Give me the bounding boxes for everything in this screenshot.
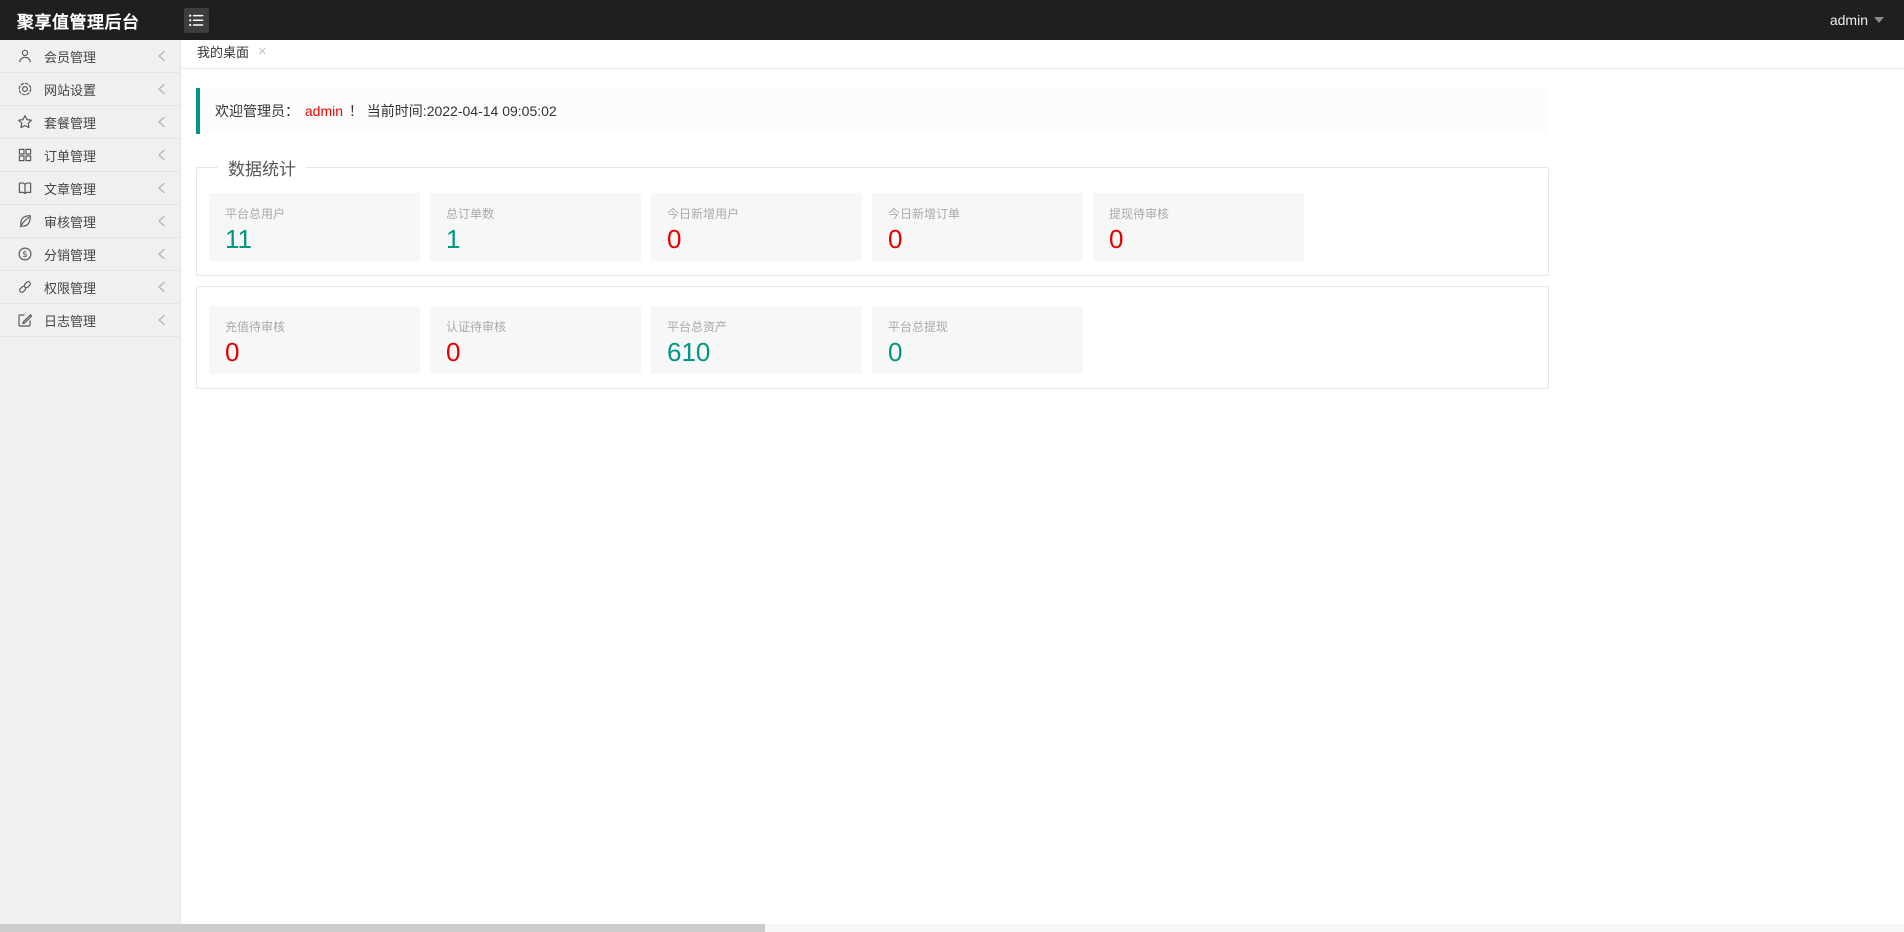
gear-icon (16, 81, 33, 98)
sidebar-item-label: 审核管理 (44, 212, 157, 231)
sidebar-item-logs[interactable]: 日志管理 (0, 304, 180, 337)
stat-card-value: 610 (667, 338, 846, 368)
stat-card: 今日新增订单 0 (872, 193, 1083, 261)
link-icon (16, 279, 33, 296)
stat-card-value: 11 (225, 225, 404, 255)
chevron-left-icon (157, 314, 167, 326)
stat-card-label: 充值待审核 (225, 318, 404, 335)
sidebar-item-label: 网站设置 (44, 80, 157, 99)
chevron-left-icon (157, 50, 167, 62)
sidebar-item-label: 套餐管理 (44, 113, 157, 132)
stat-card-value: 1 (446, 225, 625, 255)
sidebar-item-site-settings[interactable]: 网站设置 (0, 73, 180, 106)
chevron-left-icon (157, 182, 167, 194)
stats-section-title: 数据统计 (218, 155, 306, 180)
tab-my-desktop[interactable]: 我的桌面 × (196, 42, 273, 68)
content-area: 欢迎管理员： admin ！ 当前时间:2022-04-14 09:05:02 … (181, 69, 1904, 389)
stats-row-1: 平台总用户 11 总订单数 1 今日新增用户 0 今日新增订单 0 提现待审核 0 (209, 193, 1538, 261)
close-icon[interactable]: × (258, 44, 267, 59)
stat-card: 总订单数 1 (430, 193, 641, 261)
sidebar-item-label: 日志管理 (44, 311, 157, 330)
sidebar-item-label: 会员管理 (44, 47, 157, 66)
svg-text:$: $ (22, 250, 28, 260)
grid-icon (16, 147, 33, 164)
sidebar-item-label: 文章管理 (44, 179, 157, 198)
book-icon (16, 180, 33, 197)
chevron-left-icon (157, 248, 167, 260)
sidebar-item-orders[interactable]: 订单管理 (0, 139, 180, 172)
caret-down-icon (1874, 17, 1884, 23)
stat-card: 提现待审核 0 (1093, 193, 1304, 261)
stats-section-2: 充值待审核 0 认证待审核 0 平台总资产 610 平台总提现 0 (196, 286, 1549, 389)
sidebar-item-label: 订单管理 (44, 146, 157, 165)
stat-card-label: 平台总资产 (667, 318, 846, 335)
sidebar-item-articles[interactable]: 文章管理 (0, 172, 180, 205)
stat-card: 平台总资产 610 (651, 306, 862, 374)
stat-card-label: 提现待审核 (1109, 205, 1288, 222)
chevron-left-icon (157, 281, 167, 293)
sidebar-menu: 会员管理网站设置套餐管理订单管理文章管理审核管理 $ 分销管理权限管理日志管理 (0, 40, 180, 337)
stat-card: 充值待审核 0 (209, 306, 420, 374)
list-icon (189, 14, 204, 27)
stat-card-value: 0 (1109, 225, 1288, 255)
sidebar-item-packages[interactable]: 套餐管理 (0, 106, 180, 139)
stat-card-value: 0 (888, 338, 1067, 368)
stat-card-value: 0 (446, 338, 625, 368)
app-title: 聚享值管理后台 (0, 8, 181, 33)
stat-card-label: 平台总提现 (888, 318, 1067, 335)
user-menu[interactable]: admin (1830, 12, 1904, 28)
stat-card-label: 总订单数 (446, 205, 625, 222)
stat-card-value: 0 (225, 338, 404, 368)
horizontal-scrollbar-thumb[interactable] (0, 924, 765, 932)
welcome-suffix: ！ 当前时间:2022-04-14 09:05:02 (349, 103, 557, 119)
chevron-left-icon (157, 149, 167, 161)
horizontal-scrollbar[interactable] (0, 924, 1904, 932)
welcome-banner: 欢迎管理员： admin ！ 当前时间:2022-04-14 09:05:02 (196, 88, 1549, 134)
tab-bar: 我的桌面 × (181, 40, 1904, 69)
sidebar-toggle-button[interactable] (184, 8, 209, 33)
stats-row-2: 充值待审核 0 认证待审核 0 平台总资产 610 平台总提现 0 (209, 306, 1538, 374)
leaf-icon (16, 213, 33, 230)
sidebar: 会员管理网站设置套餐管理订单管理文章管理审核管理 $ 分销管理权限管理日志管理 (0, 40, 181, 932)
chevron-left-icon (157, 83, 167, 95)
sidebar-item-permissions[interactable]: 权限管理 (0, 271, 180, 304)
sidebar-item-members[interactable]: 会员管理 (0, 40, 180, 73)
stat-card-label: 平台总用户 (225, 205, 404, 222)
stat-card: 平台总用户 11 (209, 193, 420, 261)
dollar-circle-icon: $ (16, 246, 33, 263)
sidebar-item-audit[interactable]: 审核管理 (0, 205, 180, 238)
stat-card-value: 0 (888, 225, 1067, 255)
tab-label: 我的桌面 (197, 42, 249, 61)
stats-section: 数据统计 平台总用户 11 总订单数 1 今日新增用户 0 今日新增订单 0 提现待审核 0 (196, 155, 1549, 276)
user-icon (16, 48, 33, 65)
stat-card-label: 今日新增用户 (667, 205, 846, 222)
stat-card: 今日新增用户 0 (651, 193, 862, 261)
sidebar-item-distribution[interactable]: $ 分销管理 (0, 238, 180, 271)
sidebar-item-label: 分销管理 (44, 245, 157, 264)
chevron-left-icon (157, 116, 167, 128)
chevron-left-icon (157, 215, 167, 227)
sidebar-item-label: 权限管理 (44, 278, 157, 297)
stat-card-label: 认证待审核 (446, 318, 625, 335)
stat-card: 平台总提现 0 (872, 306, 1083, 374)
username: admin (1830, 12, 1868, 28)
topbar: 聚享值管理后台 admin (0, 0, 1904, 40)
welcome-username: admin (305, 103, 343, 119)
main-panel: 我的桌面 × 欢迎管理员： admin ！ 当前时间:2022-04-14 09… (181, 40, 1904, 932)
stat-card: 认证待审核 0 (430, 306, 641, 374)
welcome-prefix: 欢迎管理员： (215, 103, 299, 119)
edit-icon (16, 312, 33, 329)
stat-card-value: 0 (667, 225, 846, 255)
star-icon (16, 114, 33, 131)
stat-card-label: 今日新增订单 (888, 205, 1067, 222)
